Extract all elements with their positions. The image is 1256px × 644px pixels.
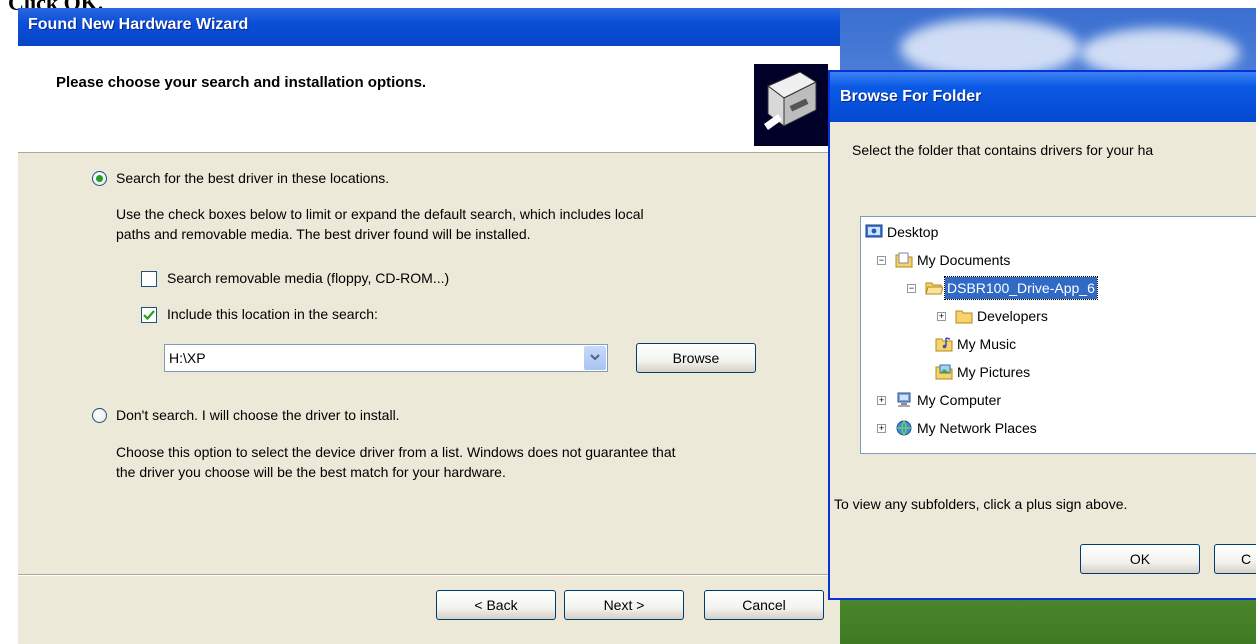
collapse-icon[interactable]: − xyxy=(907,284,916,293)
collapse-icon[interactable]: − xyxy=(877,256,886,265)
folder-documents-icon xyxy=(895,252,913,268)
computer-icon xyxy=(897,392,911,407)
folder-open-icon xyxy=(925,282,943,295)
browse-for-folder-dialog: Browse For Folder Select the folder that… xyxy=(828,70,1256,600)
dont-search-radio[interactable] xyxy=(92,408,107,423)
found-new-hardware-wizard: Found New Hardware Wizard Please choose … xyxy=(18,8,840,644)
network-icon xyxy=(896,420,912,436)
browse-title: Browse For Folder xyxy=(840,88,982,105)
wizard-header-text: Please choose your search and installati… xyxy=(56,74,427,91)
browse-titlebar[interactable]: Browse For Folder xyxy=(830,72,1256,122)
ok-button[interactable]: OK xyxy=(1080,544,1200,574)
back-button[interactable]: < Back xyxy=(436,590,556,620)
chevron-down-icon[interactable] xyxy=(584,346,606,370)
folder-music-icon xyxy=(935,337,953,352)
search-removable-checkbox[interactable] xyxy=(141,271,157,287)
hardware-install-icon xyxy=(754,64,828,146)
wizard-titlebar[interactable]: Found New Hardware Wizard xyxy=(18,8,840,46)
expand-icon[interactable]: + xyxy=(877,396,886,405)
search-best-driver-label: Search for the best driver in these loca… xyxy=(116,170,390,186)
search-best-driver-radio[interactable] xyxy=(92,171,107,186)
dont-search-desc-line2: the driver you choose will be the best m… xyxy=(116,464,506,480)
wizard-title: Found New Hardware Wizard xyxy=(28,16,249,33)
search-desc-line2: paths and removable media. The best driv… xyxy=(116,226,531,242)
folder-tree[interactable]: Desktop − My Documents − DSBR100_Drive-A… xyxy=(860,216,1256,454)
folder-pictures-icon xyxy=(935,364,953,380)
dont-search-label: Don't search. I will choose the driver t… xyxy=(116,407,400,423)
expand-icon[interactable]: + xyxy=(877,424,886,433)
desktop-icon xyxy=(865,224,883,238)
browse-button[interactable]: Browse xyxy=(636,343,756,373)
tree-item-dsbr100-label: DSBR100_Drive-App_6 xyxy=(944,276,1098,300)
next-button[interactable]: Next > xyxy=(564,590,684,620)
browse-hint: To view any subfolders, click a plus sig… xyxy=(834,496,1128,512)
browse-instruction: Select the folder that contains drivers … xyxy=(852,142,1154,158)
include-location-checkbox[interactable] xyxy=(141,307,157,323)
folder-icon xyxy=(955,310,973,324)
browse-cancel-button[interactable]: C xyxy=(1214,544,1256,574)
location-value: H:\XP xyxy=(169,350,206,366)
cancel-button[interactable]: Cancel xyxy=(704,590,824,620)
location-combobox[interactable]: H:\XP xyxy=(164,344,608,372)
dont-search-desc-line1: Choose this option to select the device … xyxy=(116,444,676,460)
include-location-label: Include this location in the search: xyxy=(167,306,378,322)
footer-divider xyxy=(18,574,840,576)
search-removable-label: Search removable media (floppy, CD-ROM..… xyxy=(167,270,450,286)
expand-icon[interactable]: + xyxy=(937,312,946,321)
wizard-header: Please choose your search and installati… xyxy=(18,46,840,153)
search-desc-line1: Use the check boxes below to limit or ex… xyxy=(116,206,644,222)
